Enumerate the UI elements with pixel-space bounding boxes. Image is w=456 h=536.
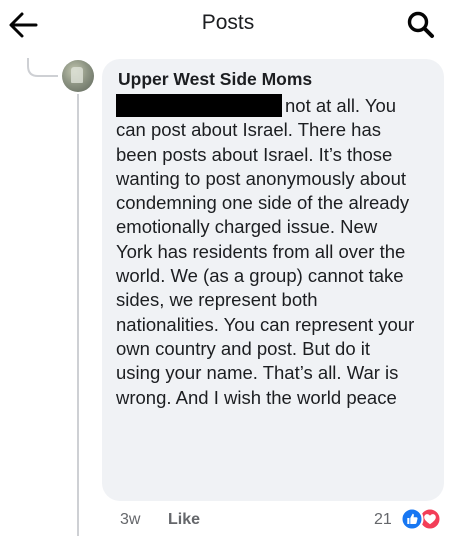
like-reaction-icon <box>400 507 424 531</box>
comment-timestamp[interactable]: 3w <box>120 511 140 529</box>
avatar[interactable] <box>62 60 94 92</box>
like-button[interactable]: Like <box>168 511 200 529</box>
top-bar: Posts <box>0 0 456 50</box>
search-icon[interactable] <box>404 8 438 42</box>
reaction-icons[interactable] <box>399 507 443 531</box>
comment-author[interactable]: Upper West Side Moms <box>118 69 312 90</box>
reaction-count[interactable]: 21 <box>374 511 392 529</box>
redaction-block <box>116 94 282 117</box>
comment-body: not at all. You can post about Israel. T… <box>116 94 416 410</box>
comment-text: not at all. You can post about Israel. T… <box>116 95 415 408</box>
page-title: Posts <box>201 11 255 34</box>
